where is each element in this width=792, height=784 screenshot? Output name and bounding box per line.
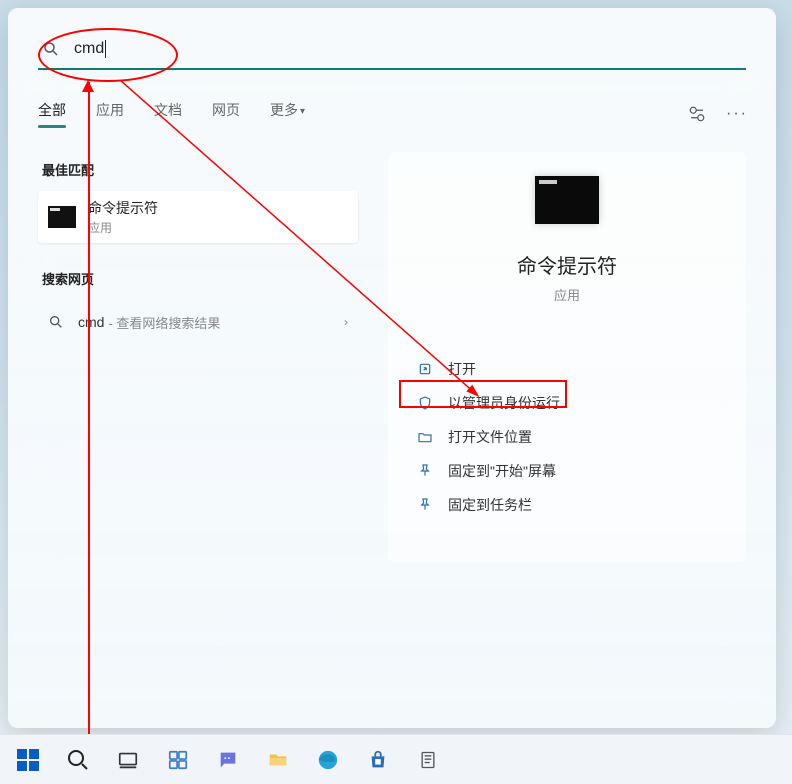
ellipsis-icon[interactable]: ··· xyxy=(728,105,746,123)
app-large-icon xyxy=(535,176,599,224)
best-match-name: 命令提示符 xyxy=(88,198,158,218)
windows-search-panel: cmd 全部 应用 文档 网页 更多▾ ··· 最佳匹配 命令提示符 应用 搜索… xyxy=(8,8,776,728)
widgets-button[interactable] xyxy=(156,740,200,780)
annotation-ellipse xyxy=(38,28,178,82)
web-search-query: cmd xyxy=(78,314,104,330)
annotation-box-run-as-admin xyxy=(399,380,567,408)
action-pin-taskbar-label: 固定到任务栏 xyxy=(448,495,532,515)
web-search-hint: - 查看网络搜索结果 xyxy=(108,313,220,332)
folder-icon xyxy=(416,428,434,446)
pin-icon xyxy=(416,462,434,480)
search-options-icon[interactable] xyxy=(688,105,706,123)
pin-icon xyxy=(416,496,434,514)
windows-logo-icon xyxy=(17,749,39,771)
task-view-button[interactable] xyxy=(106,740,150,780)
best-match-type: 应用 xyxy=(88,219,158,236)
tab-apps[interactable]: 应用 xyxy=(96,100,124,128)
results-left-column: 最佳匹配 命令提示符 应用 搜索网页 cmd - 查看网络搜索结果 › xyxy=(38,152,358,562)
edge-button[interactable] xyxy=(306,740,350,780)
annotation-line-vertical xyxy=(88,82,90,736)
search-tabs: 全部 应用 文档 网页 更多▾ ··· xyxy=(38,96,746,132)
tab-web[interactable]: 网页 xyxy=(212,100,240,128)
tab-documents[interactable]: 文档 xyxy=(154,100,182,128)
action-list: 打开 以管理员身份运行 打开文件位置 xyxy=(388,352,746,522)
start-button[interactable] xyxy=(6,740,50,780)
action-open-location-label: 打开文件位置 xyxy=(448,427,532,447)
web-search-item[interactable]: cmd - 查看网络搜索结果 › xyxy=(38,300,358,344)
chevron-right-icon: › xyxy=(344,315,348,329)
open-icon xyxy=(416,360,434,378)
taskbar-search-button[interactable] xyxy=(56,740,100,780)
chat-button[interactable] xyxy=(206,740,250,780)
taskbar xyxy=(0,734,792,784)
details-right-column: 命令提示符 应用 打开 以管理员身份运行 xyxy=(388,152,746,562)
app-name: 命令提示符 xyxy=(517,250,617,279)
action-pin-start-label: 固定到"开始"屏幕 xyxy=(448,461,556,481)
chevron-down-icon: ▾ xyxy=(300,106,305,117)
app-type: 应用 xyxy=(554,285,580,304)
action-pin-to-taskbar[interactable]: 固定到任务栏 xyxy=(388,488,746,522)
tab-all[interactable]: 全部 xyxy=(38,100,66,128)
cmd-thumb-icon xyxy=(48,206,76,228)
app-button[interactable] xyxy=(406,740,450,780)
action-open-file-location[interactable]: 打开文件位置 xyxy=(388,420,746,454)
action-open-label: 打开 xyxy=(448,359,476,379)
store-button[interactable] xyxy=(356,740,400,780)
explorer-button[interactable] xyxy=(256,740,300,780)
annotation-arrowhead-up xyxy=(82,80,94,92)
search-icon xyxy=(48,314,64,330)
tab-more[interactable]: 更多▾ xyxy=(270,100,305,128)
action-pin-to-start[interactable]: 固定到"开始"屏幕 xyxy=(388,454,746,488)
best-match-item[interactable]: 命令提示符 应用 xyxy=(38,191,358,243)
